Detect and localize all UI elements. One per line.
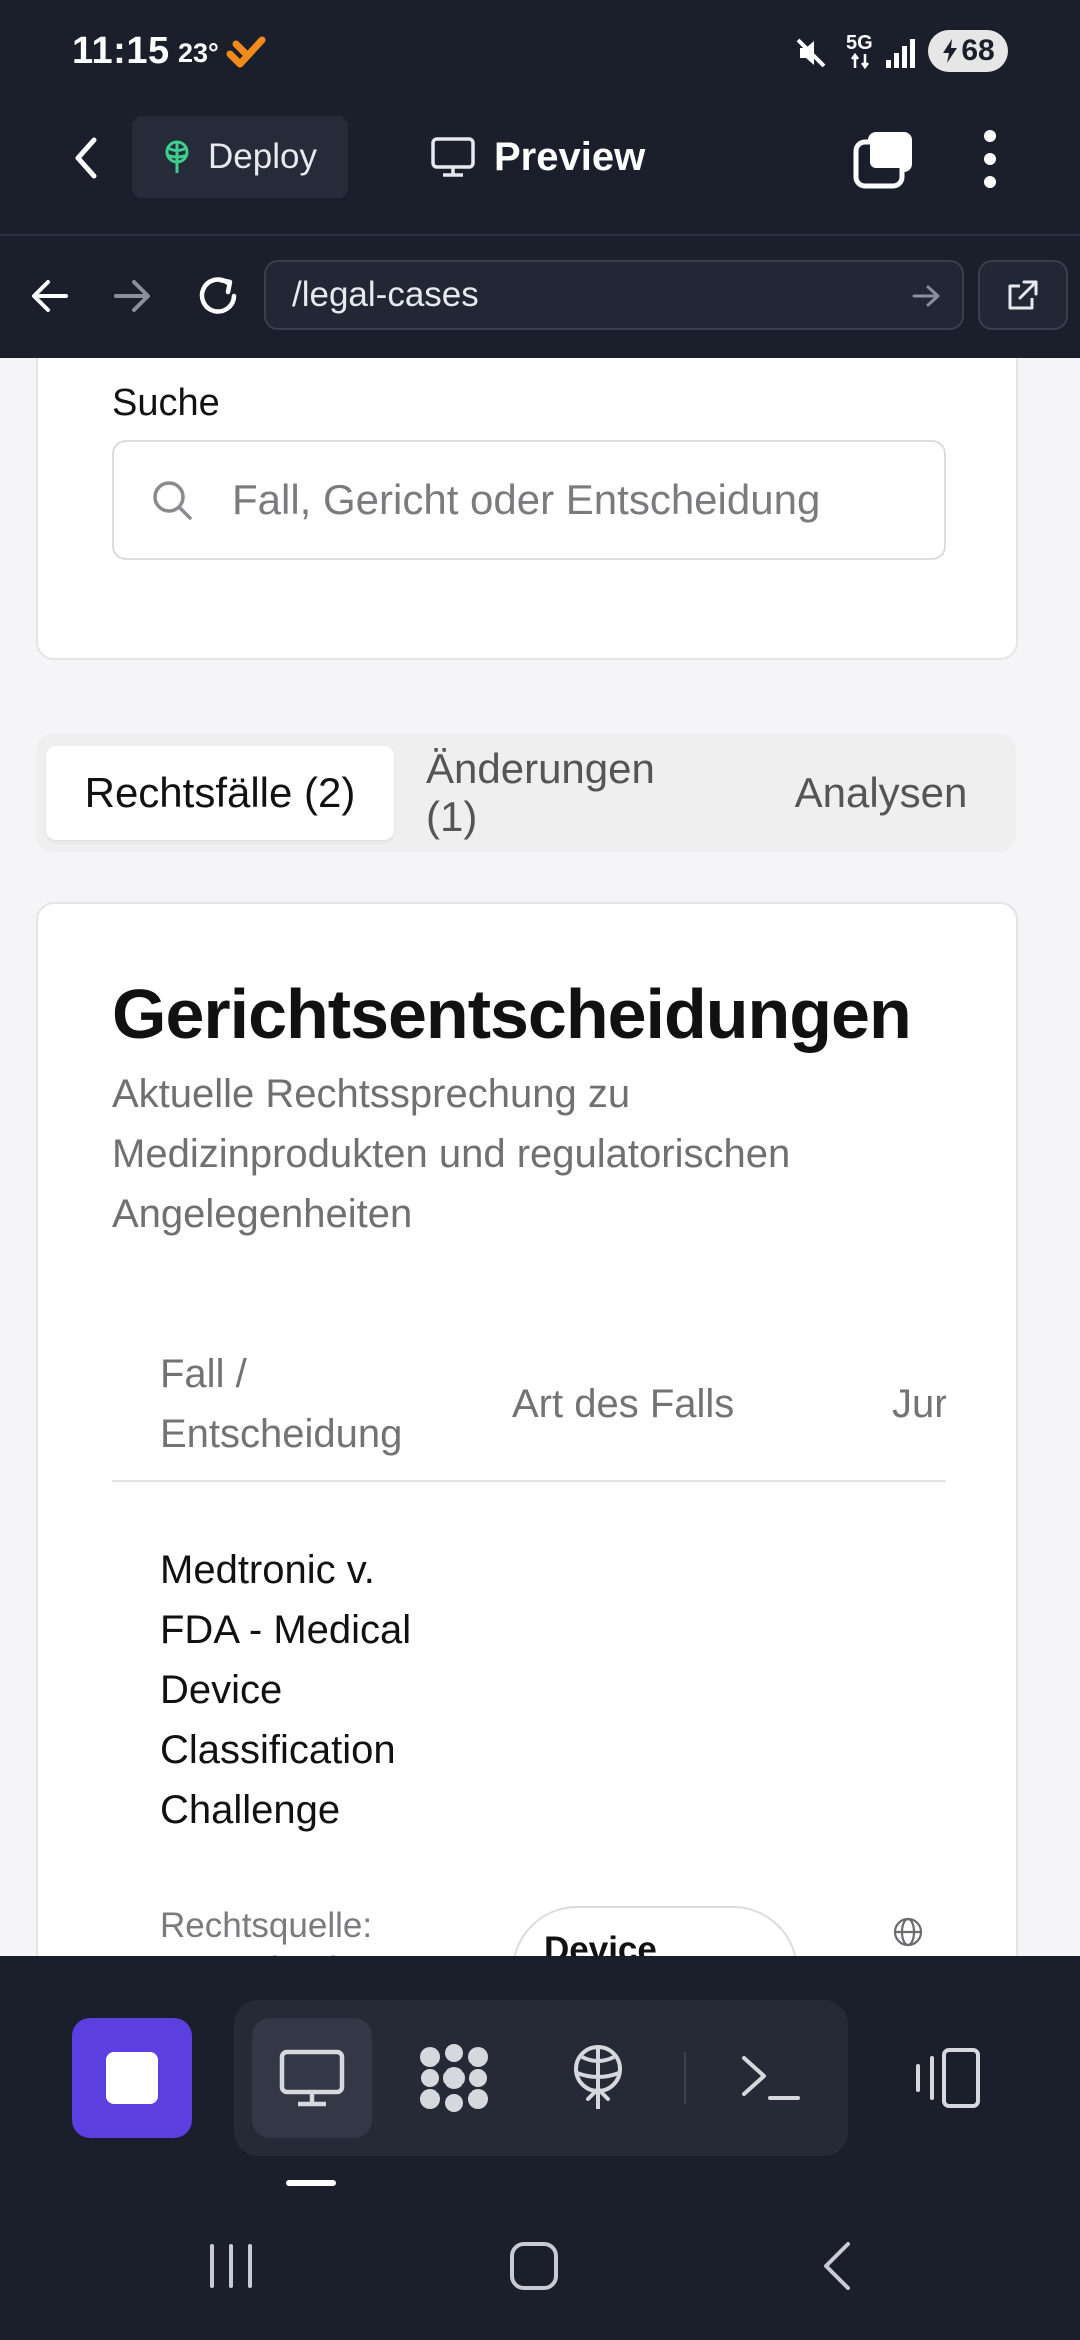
deploy-label: Deploy	[208, 137, 317, 176]
globe-icon	[893, 1917, 923, 1947]
search-placeholder: Fall, Gericht oder Entscheidung	[232, 476, 821, 523]
battery-indicator: 68	[928, 30, 1008, 72]
integrations-tool-button[interactable]	[394, 2018, 514, 2138]
section-title: Gerichtsentscheidungen	[112, 975, 912, 1053]
column-header-jurisdiction: Jurisdiktion	[892, 1382, 946, 1426]
weather-app-icon	[226, 36, 266, 68]
search-icon	[153, 481, 192, 520]
go-arrow-icon[interactable]	[912, 284, 942, 308]
tab-aenderungen[interactable]: Änderungen (1)	[426, 745, 696, 840]
web-content: Suche Fall, Gericht oder Entscheidung Re…	[0, 358, 1080, 1956]
status-bar: 11:15 23° 5G 68	[0, 0, 1080, 110]
preview-button[interactable]: Preview	[430, 116, 645, 198]
system-back-icon[interactable]	[818, 2240, 858, 2292]
preview-label: Preview	[494, 134, 646, 179]
monitor-icon	[431, 137, 475, 177]
search-input[interactable]: Fall, Gericht oder Entscheidung	[112, 440, 946, 560]
case-type-badge: Device Classification	[512, 1906, 798, 1956]
mute-icon	[796, 38, 826, 68]
stop-button[interactable]	[72, 2018, 192, 2138]
preview-tool-button[interactable]	[252, 2018, 372, 2138]
browser-forward-icon[interactable]	[112, 278, 152, 314]
case-title[interactable]: Medtronic v. FDA - Medical Device Classi…	[160, 1540, 460, 1840]
search-label: Suche	[112, 382, 220, 424]
tab-bar: Rechtsfälle (2) Änderungen (1) Analysen	[36, 734, 1016, 852]
puzzle-icon	[420, 2044, 488, 2112]
open-external-button[interactable]	[978, 260, 1068, 330]
monitor-icon	[279, 2049, 345, 2107]
browser-back-icon[interactable]	[30, 278, 70, 314]
toolbar-divider	[684, 2052, 686, 2104]
status-temperature: 23°	[178, 38, 219, 68]
signal-icon	[886, 39, 915, 68]
stop-icon	[106, 2052, 158, 2104]
tool-group	[234, 2000, 848, 2156]
deploy-icon	[574, 2045, 622, 2109]
tab-rechtsfaelle[interactable]: Rechtsfälle (2)	[46, 746, 394, 840]
more-options-icon[interactable]	[982, 128, 998, 190]
url-text: /legal-cases	[292, 275, 479, 314]
column-header-case: Fall / Entscheidung	[160, 1352, 403, 1456]
case-source: Rechtsquelle: US Federal	[160, 1906, 373, 1956]
back-icon[interactable]	[66, 134, 106, 182]
device-toggle-icon[interactable]	[910, 2046, 984, 2110]
court-decisions-card: Gerichtsentscheidungen Aktuelle Rechtssp…	[36, 902, 1018, 1956]
data-arrows-icon	[851, 52, 869, 70]
home-icon[interactable]	[508, 2240, 560, 2292]
url-input[interactable]: /legal-cases	[264, 260, 964, 330]
status-time: 11:15	[72, 30, 170, 72]
terminal-tool-button[interactable]	[710, 2018, 830, 2138]
table-header: Fall / Entscheidung Art des Falls Jurisd…	[112, 1324, 946, 1482]
tabs-switcher-icon[interactable]	[852, 128, 916, 190]
column-header-type: Art des Falls	[512, 1382, 735, 1426]
tab-analysen[interactable]: Analysen	[786, 746, 976, 840]
section-description: Aktuelle Rechtssprechung zu Medizinprodu…	[112, 1072, 791, 1236]
deploy-icon	[165, 140, 189, 173]
search-card: Suche Fall, Gericht oder Entscheidung	[36, 358, 1018, 660]
active-tool-indicator	[286, 2180, 336, 2186]
reload-icon[interactable]	[194, 272, 242, 320]
terminal-icon	[742, 2056, 800, 2100]
deploy-button[interactable]: Deploy	[132, 116, 348, 198]
external-link-icon	[1008, 280, 1038, 310]
recent-apps-icon[interactable]	[206, 2242, 256, 2290]
deploy-tool-button[interactable]	[538, 2018, 658, 2138]
charging-bolt-icon	[943, 39, 958, 63]
battery-level: 68	[961, 34, 995, 67]
